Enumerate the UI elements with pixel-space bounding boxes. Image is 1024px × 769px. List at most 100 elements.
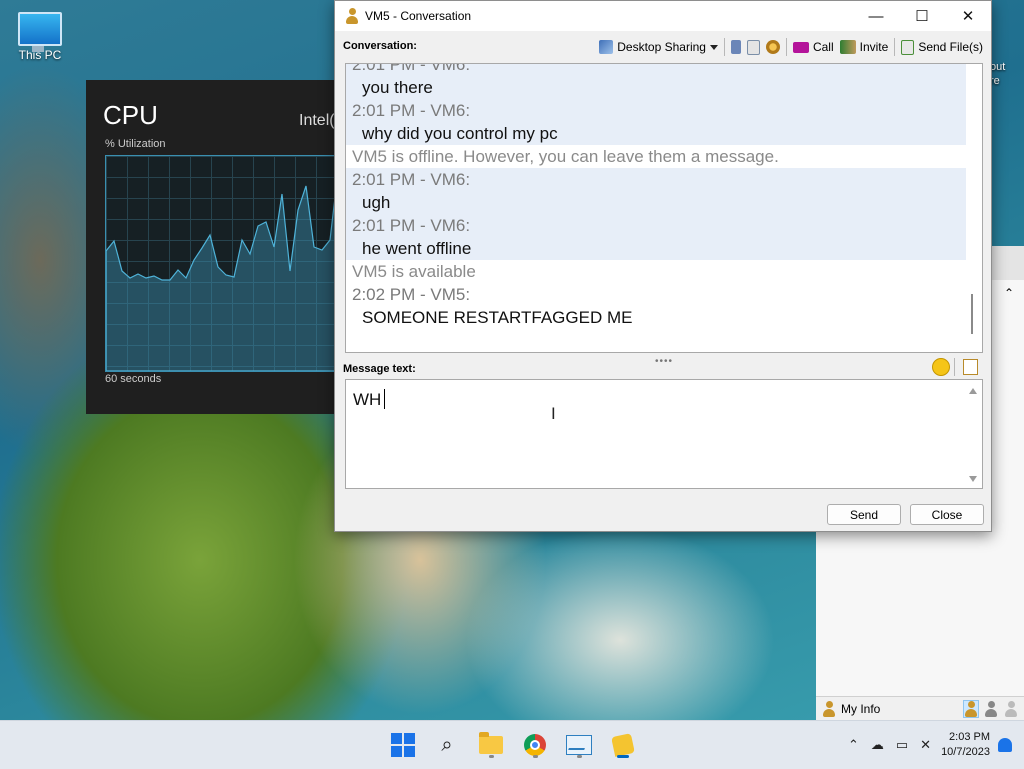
system-tray: ⌃ ☁ ▭ ✕ 2:03 PM 10/7/2023: [842, 721, 1024, 769]
message-header: 2:01 PM - VM6:: [346, 99, 966, 122]
message-input-text: WH: [353, 390, 382, 409]
cpu-title: CPU: [103, 100, 158, 130]
this-pc-icon[interactable]: This PC: [14, 12, 66, 62]
running-indicator: [533, 755, 538, 758]
running-indicator: [577, 755, 582, 758]
desktop-partial-icon-label: out re: [990, 60, 1005, 88]
my-info-label: My Info: [841, 702, 881, 716]
close-window-button[interactable]: ✕: [945, 1, 991, 31]
monitor-icon: [18, 12, 62, 52]
messenger-button[interactable]: [608, 730, 638, 760]
clock[interactable]: 2:03 PM 10/7/2023: [941, 730, 990, 760]
utilization-label: % Utilization: [105, 138, 166, 150]
message-header: 2:01 PM - VM6:: [346, 64, 966, 76]
title-bar[interactable]: VM5 - Conversation — ☐ ✕: [335, 1, 991, 31]
note-icon[interactable]: [746, 39, 760, 55]
taskbar: ⌕ ⌃ ☁ ▭ ✕ 2:03 PM 10/7/2023: [0, 720, 1024, 769]
message-body: why did you control my pc: [346, 122, 966, 145]
send-files-label: Send File(s): [918, 40, 983, 54]
chevron-down-icon: [709, 44, 718, 50]
volume-muted-icon[interactable]: ✕: [920, 737, 931, 753]
app-user-icon: [345, 8, 359, 24]
windows-logo-icon: [391, 733, 415, 757]
send-button[interactable]: Send: [827, 504, 901, 525]
conversation-history[interactable]: 2:01 PM - VM6: you there 2:01 PM - VM6: why…: [345, 63, 983, 353]
user-icon: [822, 701, 836, 717]
minimize-button[interactable]: —: [853, 1, 899, 31]
my-info-bar: My Info: [816, 696, 1024, 721]
start-button[interactable]: [388, 730, 418, 760]
chevron-up-tray-icon[interactable]: ⌃: [848, 737, 859, 753]
status-online-icon[interactable]: [963, 700, 979, 718]
maximize-button[interactable]: ☐: [899, 1, 945, 31]
invite-button[interactable]: Invite: [839, 37, 889, 57]
message-input[interactable]: WH I: [345, 379, 983, 489]
cloud-icon[interactable]: ☁: [871, 737, 884, 753]
desktop-sharing-icon: [599, 40, 614, 54]
ibeam-cursor-icon: I: [551, 404, 556, 423]
search-button[interactable]: ⌕: [432, 730, 462, 760]
call-label: Call: [812, 40, 834, 54]
toolbar-separator: [785, 38, 787, 56]
window-title: VM5 - Conversation: [365, 9, 472, 23]
splitter-handle[interactable]: ••••: [655, 356, 673, 367]
message-header: 2:01 PM - VM6:: [346, 168, 966, 191]
status-away-icon[interactable]: [984, 701, 998, 717]
status-offline-icon[interactable]: [1004, 701, 1018, 717]
chrome-icon: [524, 734, 546, 756]
emoji-icon[interactable]: [932, 358, 950, 376]
video-camera-icon: [792, 41, 809, 53]
cpu-graph-svg: [105, 155, 347, 372]
invite-users-icon: [839, 40, 856, 54]
message-body: you there: [346, 76, 966, 99]
conversation-window[interactable]: VM5 - Conversation — ☐ ✕ Conversation: D…: [334, 0, 992, 532]
notification-bell-icon[interactable]: [998, 738, 1012, 752]
toolbar-separator: [723, 38, 725, 56]
task-manager-window[interactable]: CPU Intel( % Utilization 60 seconds: [86, 80, 347, 414]
scroll-down-icon[interactable]: [969, 476, 977, 482]
chrome-button[interactable]: [520, 730, 550, 760]
system-message: VM5 is offline. However, you can leave t…: [352, 147, 779, 166]
clock-time: 2:03 PM: [949, 731, 990, 743]
history-icon[interactable]: [730, 40, 741, 54]
settings-icon[interactable]: [765, 40, 780, 54]
conversation-toolbar: Conversation: Desktop Sharing Call Invit…: [335, 35, 991, 59]
time-span-label: 60 seconds: [105, 373, 162, 385]
message-body: ugh: [346, 191, 966, 214]
cpu-graph-fill: [105, 155, 347, 372]
active-indicator: [617, 755, 629, 758]
close-button[interactable]: Close: [910, 504, 984, 525]
message-header: 2:01 PM - VM6:: [346, 214, 966, 237]
folder-icon: [479, 732, 503, 754]
message-text-label: Message text:: [343, 363, 416, 375]
my-info-button[interactable]: My Info: [822, 701, 880, 717]
search-icon: ⌕: [441, 733, 453, 756]
scroll-up-icon[interactable]: [969, 388, 977, 394]
send-files-button[interactable]: Send File(s): [901, 37, 983, 57]
toolbar-separator: [954, 358, 955, 376]
performance-graph-icon: [566, 735, 592, 755]
message-header: 2:02 PM - VM5:: [352, 285, 471, 304]
call-button[interactable]: Call: [792, 37, 834, 57]
invite-label: Invite: [859, 40, 889, 54]
cpu-model: Intel(: [299, 112, 335, 129]
message-template-icon[interactable]: [963, 359, 978, 375]
partial-label-line1: out: [990, 61, 1006, 73]
text-caret: [384, 389, 385, 409]
partial-label-line2: re: [990, 75, 1000, 87]
chat-bubble-icon: [611, 733, 635, 757]
toolbar-separator: [894, 38, 896, 56]
desktop-sharing-label: Desktop Sharing: [617, 40, 706, 54]
desktop-sharing-button[interactable]: Desktop Sharing: [599, 37, 718, 57]
message-body: SOMEONE RESTARTFAGGED ME: [362, 308, 633, 327]
running-indicator: [489, 755, 494, 758]
clock-date: 10/7/2023: [941, 746, 990, 758]
network-icon[interactable]: ▭: [896, 737, 908, 753]
chevron-up-icon[interactable]: ⌃: [1004, 286, 1014, 300]
file-explorer-button[interactable]: [476, 730, 506, 760]
conversation-label: Conversation:: [343, 40, 417, 52]
performance-monitor-button[interactable]: [564, 730, 594, 760]
scrollbar-thumb[interactable]: [971, 294, 973, 334]
cpu-utilization-graph: [105, 155, 347, 372]
message-body: he went offline: [346, 237, 966, 260]
